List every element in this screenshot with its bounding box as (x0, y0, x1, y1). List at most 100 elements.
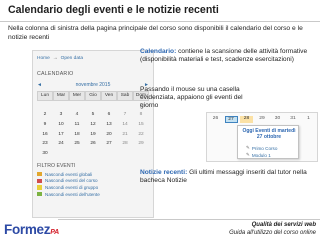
callout-news-keyword: Notizie recenti: (140, 169, 188, 176)
calendar-day[interactable]: 5 (85, 110, 101, 120)
zoomed-days-row: 26 27 28 29 30 31 1 (209, 116, 315, 123)
filter-color-swatch (37, 185, 42, 190)
calendar-day[interactable]: 19 (85, 129, 101, 139)
footer-divider (58, 219, 320, 220)
calendar-day[interactable]: 3 (53, 110, 69, 120)
calendar-grid: Lun Mar Mer Gio Ven Sab Dom 1 2 3 4 5 6 7 8 9 10 11 12 13 14… (37, 91, 149, 158)
calendar-empty-cell (85, 101, 101, 111)
calendar-day[interactable]: 30 (37, 149, 53, 159)
zoomed-day[interactable]: 1 (302, 116, 315, 123)
event-filter-item[interactable]: Nascondi eventi globali (37, 171, 147, 178)
calendar-day[interactable]: 13 (101, 120, 117, 130)
calendar-day[interactable]: 11 (69, 120, 85, 130)
calendar-day[interactable]: 4 (69, 110, 85, 120)
weekday-header: Ven (101, 91, 117, 101)
calendar-day[interactable]: 6 (101, 110, 117, 120)
zoomed-day[interactable]: 30 (271, 116, 284, 123)
event-filter-label: Nascondi eventi globali (45, 171, 93, 177)
event-filter-label: Nascondi eventi del corso (45, 178, 98, 184)
event-filter-item[interactable]: Nascondi eventi dell'utente (37, 191, 147, 198)
calendar-empty-cell (133, 149, 149, 159)
calendar-empty-cell (101, 149, 117, 159)
slide-title: Calendario degli eventi e le notizie rec… (8, 4, 219, 16)
callout-calendar-keyword: Calendario: (140, 48, 177, 55)
footer-title: Qualità dei servizi web (251, 222, 316, 228)
edit-icon: ✎ (246, 152, 250, 157)
calendar-day[interactable]: 10 (53, 120, 69, 130)
calendar-empty-cell (37, 101, 53, 111)
calendar-empty-cell (53, 149, 69, 159)
calendar-day[interactable]: 27 (101, 139, 117, 149)
edit-icon: ✎ (246, 145, 250, 150)
popup-item-label: Modulo 1 (251, 152, 271, 158)
callout-calendar: Calendario: contiene la scansione delle … (140, 48, 315, 64)
event-filter-list: Nascondi eventi globali Nascondi eventi d… (37, 171, 147, 197)
calendar-day[interactable]: 29 (133, 139, 149, 149)
weekday-header: Mer (69, 91, 85, 101)
calendar-day[interactable]: 15 (133, 120, 149, 130)
calendar-empty-cell (85, 149, 101, 159)
calendar-day[interactable]: 25 (69, 139, 85, 149)
slide-intro: Nella colonna di sinistra della pagina p… (8, 25, 303, 41)
popup-item-label: Primo Corso (251, 145, 278, 151)
calendar-empty-cell (69, 149, 85, 159)
calendar-month[interactable]: novembre 2015 (76, 82, 111, 88)
calendar-day[interactable]: 8 (133, 110, 149, 120)
events-popup: Oggi Eventi di martedì 27 ottobre ✎ Prim… (237, 125, 299, 159)
event-filter-item[interactable]: Nascondi eventi di gruppo (37, 184, 147, 191)
calendar-day[interactable]: 23 (37, 139, 53, 149)
weekday-header: Gio (85, 91, 101, 101)
calendar-day[interactable]: 22 (133, 129, 149, 139)
event-filter-label: Nascondi eventi di gruppo (45, 184, 99, 190)
title-divider (0, 21, 320, 22)
calendar-day[interactable]: 14 (117, 120, 133, 130)
calendar-day[interactable]: 12 (85, 120, 101, 130)
logo-main: Formez (4, 222, 51, 237)
weekday-header: Lun (37, 91, 53, 101)
calendar-day[interactable]: 26 (85, 139, 101, 149)
breadcrumb-home[interactable]: Home (37, 56, 50, 61)
calendar-day[interactable]: 2 (37, 110, 53, 120)
calendar-empty-cell (53, 101, 69, 111)
calendar-block: Home → Open data CALENDARIO ◄ novembre 2… (32, 50, 154, 218)
calendar-day[interactable]: 7 (117, 110, 133, 120)
calendar-day[interactable]: 17 (53, 129, 69, 139)
filter-color-swatch (37, 178, 42, 183)
zoomed-calendar: 26 27 28 29 30 31 1 Oggi Eventi di martedì 27 … (206, 112, 318, 162)
calendar-empty-cell (117, 101, 133, 111)
calendar-nav: ◄ novembre 2015 ► (37, 80, 149, 89)
calendar-day[interactable]: 20 (101, 129, 117, 139)
callout-news: Notizie recenti: Gli ultimi messaggi ins… (140, 169, 318, 185)
zoomed-day[interactable]: 27 (224, 116, 238, 123)
zoomed-day[interactable]: 29 (256, 116, 269, 123)
popup-title: Oggi Eventi di martedì 27 ottobre (238, 128, 300, 140)
calendar-day[interactable]: 24 (53, 139, 69, 149)
weekday-header: Mar (53, 91, 69, 101)
calendar-day[interactable]: 21 (117, 129, 133, 139)
calendar-empty-cell (101, 101, 117, 111)
filter-color-swatch (37, 172, 42, 177)
logo-suffix: PA (50, 229, 59, 236)
event-filter-label: Nascondi eventi dell'utente (45, 191, 100, 197)
breadcrumb-current[interactable]: Open data (61, 56, 83, 61)
breadcrumb-separator: → (52, 56, 58, 61)
calendar-day[interactable]: 18 (69, 129, 85, 139)
calendar-header: CALENDARIO (37, 71, 74, 77)
calendar-day[interactable]: 16 (37, 129, 53, 139)
zoomed-day[interactable]: 26 (209, 116, 222, 123)
filter-header: FILTRO EVENTI (37, 163, 76, 169)
calendar-day[interactable]: 28 (117, 139, 133, 149)
event-filter-item[interactable]: Nascondi eventi del corso (37, 178, 147, 185)
zoomed-day[interactable]: 28 (240, 116, 253, 123)
popup-title-line2: 27 ottobre (256, 134, 282, 140)
prev-month-icon[interactable]: ◄ (37, 82, 42, 88)
popup-item[interactable]: ✎ Primo Corso (246, 145, 277, 151)
calendar-empty-cell (117, 149, 133, 159)
breadcrumb: Home → Open data (37, 54, 83, 63)
calendar-day[interactable]: 9 (37, 120, 53, 130)
zoomed-day[interactable]: 31 (287, 116, 300, 123)
footer-subtitle: Guida all'utilizzo del corso online (229, 230, 316, 236)
popup-item[interactable]: ✎ Modulo 1 (246, 152, 271, 158)
callout-hover: Passando il mouse su una casella evidenz… (140, 86, 243, 110)
filter-color-swatch (37, 191, 42, 197)
